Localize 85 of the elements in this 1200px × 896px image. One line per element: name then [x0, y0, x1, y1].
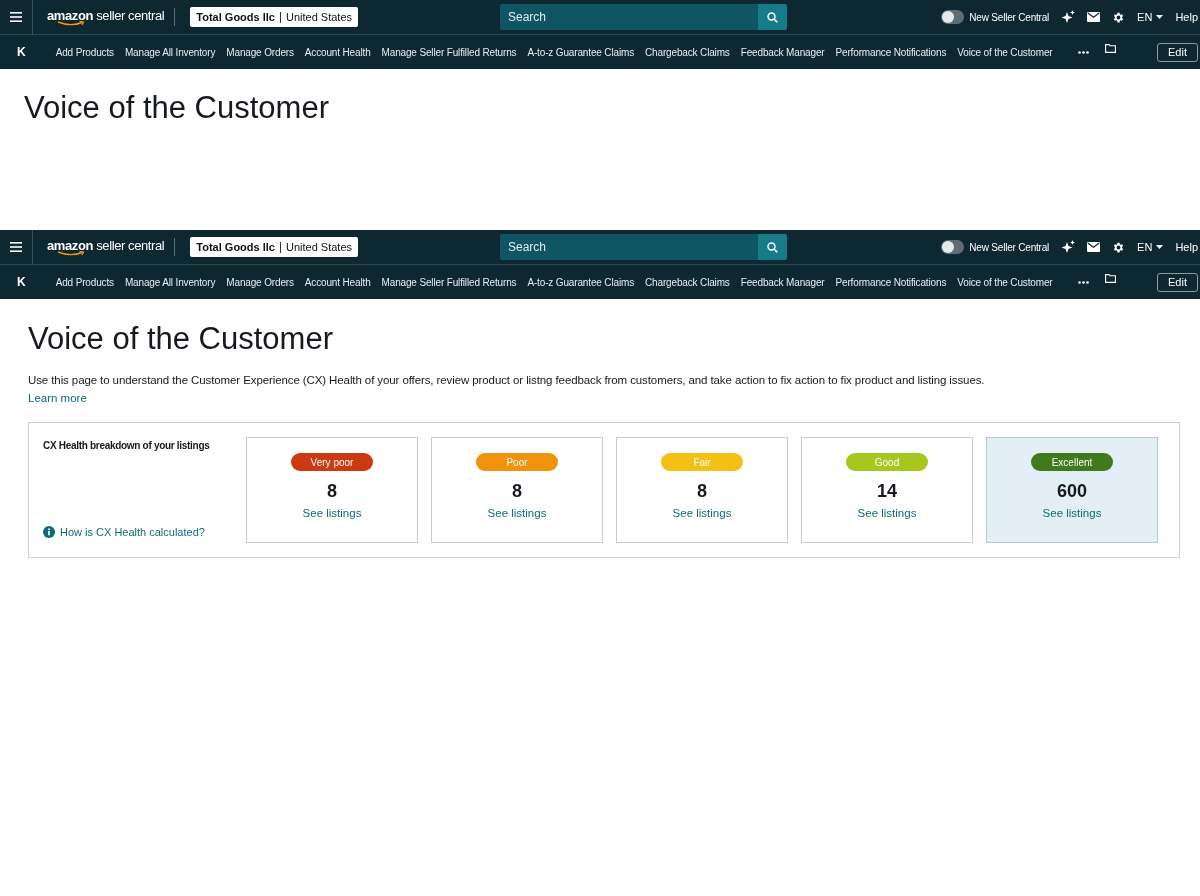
see-listings-link[interactable]: See listings — [672, 507, 732, 519]
listing-count: 8 — [327, 480, 337, 502]
nav-link[interactable]: Voice of the Customer — [957, 46, 1053, 58]
account-switcher[interactable]: Total Goods llc United States — [190, 237, 358, 257]
language-menu[interactable]: EN — [1137, 11, 1164, 23]
smile-arrow-icon — [57, 251, 85, 256]
nav-link[interactable]: Chargeback Claims — [645, 46, 730, 58]
toggle-label: New Seller Central — [969, 11, 1050, 23]
language-menu[interactable]: EN — [1137, 241, 1164, 253]
rating-card[interactable]: Fair 8 See listings — [616, 437, 788, 543]
nav-link[interactable]: Chargeback Claims — [645, 276, 730, 288]
listing-count: 8 — [697, 480, 707, 502]
nav-link[interactable]: Feedback Manager — [740, 276, 825, 288]
folder-icon[interactable] — [1105, 43, 1117, 53]
cx-health-help-link[interactable]: How is CX Health calculated? — [60, 526, 205, 538]
mail-icon[interactable] — [1087, 242, 1101, 252]
rating-card[interactable]: Very poor 8 See listings — [246, 437, 418, 543]
caret-icon — [1156, 245, 1164, 249]
nav-link[interactable]: A-to-z Guarantee Claims — [527, 276, 634, 288]
search-icon — [767, 241, 778, 253]
page-description: Use this page to understand the Customer Experience (CX) Health of your offers, review product or listng feedback from customers, and take action to fix action to fix product and listing issues. — [28, 373, 986, 388]
rating-tag: Very poor — [291, 453, 373, 471]
nav-link[interactable]: Manage Seller Fulfilled Returns — [381, 46, 517, 58]
info-icon — [43, 526, 55, 538]
search-field[interactable]: Search — [500, 234, 758, 260]
nav-link[interactable]: Voice of the Customer — [957, 276, 1053, 288]
menu-icon — [10, 12, 22, 22]
edit-button[interactable]: Edit — [1157, 42, 1198, 62]
search-field[interactable]: Search — [500, 4, 758, 30]
rating-card[interactable]: Good 14 See listings — [801, 437, 973, 543]
page-title: Voice of the Customer — [24, 89, 330, 127]
help-link[interactable]: Help — [1175, 241, 1198, 253]
nav-link[interactable]: A-to-z Guarantee Claims — [527, 46, 634, 58]
menu-icon — [10, 242, 22, 252]
seller-central-logo[interactable]: amazon seller central — [47, 8, 165, 26]
nav-link[interactable]: Add Products — [55, 46, 114, 58]
nav-link[interactable]: Manage Orders — [226, 276, 294, 288]
see-listings-link[interactable]: See listings — [857, 507, 917, 519]
nav-link[interactable]: Performance Notifications — [835, 276, 947, 288]
smile-arrow-icon — [57, 21, 85, 26]
nav-link[interactable]: Manage Seller Fulfilled Returns — [381, 276, 517, 288]
toggle-switch[interactable] — [941, 10, 965, 24]
rating-card[interactable]: Excellent 600 See listings — [986, 437, 1158, 543]
caret-icon — [1156, 15, 1164, 19]
account-switcher[interactable]: Total Goods llc United States — [190, 7, 358, 27]
panel-heading: CX Health breakdown of your listings — [43, 440, 211, 451]
nav-link[interactable]: Account Health — [304, 46, 371, 58]
see-listings-link[interactable]: See listings — [1042, 507, 1102, 519]
search-icon — [767, 11, 778, 23]
nav-link[interactable]: Manage All Inventory — [124, 46, 216, 58]
more-icon[interactable] — [1078, 50, 1090, 54]
nav-link[interactable]: Manage All Inventory — [124, 276, 216, 288]
toggle-switch[interactable] — [941, 240, 965, 254]
sparkle-icon[interactable] — [1061, 240, 1076, 254]
toggle-label: New Seller Central — [969, 241, 1050, 253]
edit-button[interactable]: Edit — [1157, 272, 1198, 292]
nav-link[interactable]: Feedback Manager — [740, 46, 825, 58]
settings-icon[interactable] — [1112, 10, 1126, 24]
nav-link[interactable]: Manage Orders — [226, 46, 294, 58]
nav-link[interactable]: Performance Notifications — [835, 46, 947, 58]
search-button[interactable] — [758, 4, 787, 30]
more-icon[interactable] — [1078, 280, 1090, 284]
sparkle-icon[interactable] — [1061, 10, 1076, 24]
folder-icon[interactable] — [1105, 273, 1117, 283]
page-title: Voice of the Customer — [28, 320, 334, 358]
rating-tag: Excellent — [1031, 453, 1113, 471]
rating-card[interactable]: Poor 8 See listings — [431, 437, 603, 543]
mail-icon[interactable] — [1087, 12, 1101, 22]
nav-home-link[interactable]: K — [17, 45, 26, 59]
learn-more-link[interactable]: Learn more — [28, 390, 87, 406]
rating-tag: Fair — [661, 453, 743, 471]
listing-count: 600 — [1056, 480, 1087, 502]
rating-tag: Good — [846, 453, 928, 471]
seller-central-logo[interactable]: amazon seller central — [47, 238, 165, 256]
help-link[interactable]: Help — [1175, 11, 1198, 23]
listing-count: 14 — [877, 480, 897, 502]
rating-tag: Poor — [476, 453, 558, 471]
listing-count: 8 — [512, 480, 522, 502]
settings-icon[interactable] — [1112, 240, 1126, 254]
see-listings-link[interactable]: See listings — [487, 507, 547, 519]
see-listings-link[interactable]: See listings — [302, 507, 362, 519]
nav-link[interactable]: Account Health — [304, 276, 371, 288]
search-button[interactable] — [758, 234, 787, 260]
nav-link[interactable]: Add Products — [55, 276, 114, 288]
nav-home-link[interactable]: K — [17, 275, 26, 289]
